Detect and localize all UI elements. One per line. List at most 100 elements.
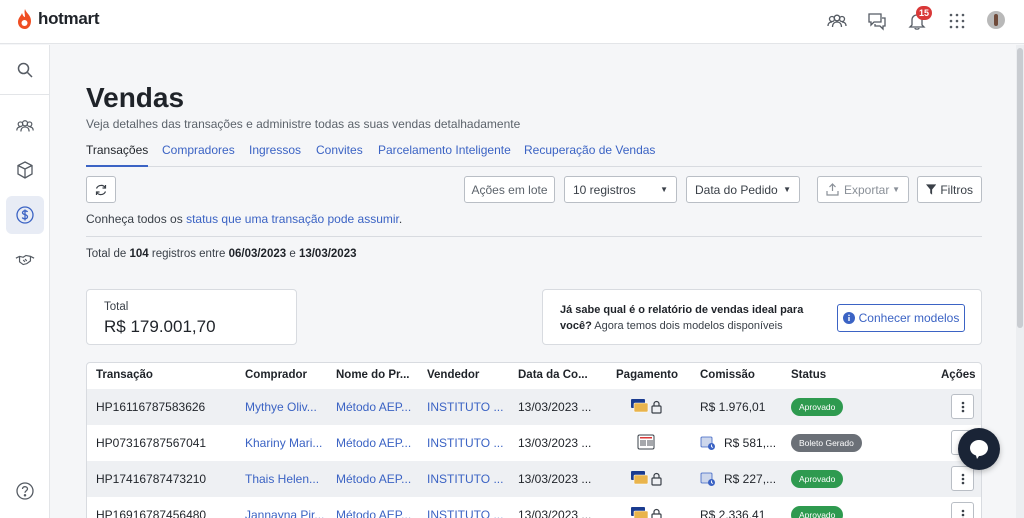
page-title: Vendas <box>86 82 185 113</box>
transaction-code: HP17416787473210 <box>96 472 207 486</box>
export-button[interactable]: Exportar ▼ <box>817 176 909 203</box>
row-actions-button[interactable] <box>951 394 974 419</box>
buyer-link[interactable]: Thais Helen... <box>245 472 319 486</box>
tab-transactions[interactable]: Transações <box>86 143 149 167</box>
buyer-link[interactable]: Jannayna Pir... <box>245 508 324 518</box>
total-value: R$ 179.001,70 <box>104 317 216 336</box>
bulk-actions-button[interactable]: Ações em lote <box>464 176 555 203</box>
col-status[interactable]: Status <box>791 369 826 381</box>
scrollbar-thumb[interactable] <box>1017 48 1023 328</box>
table-row[interactable]: HP17416787473210 Thais Helen... Método A… <box>87 461 981 497</box>
buyer-link[interactable]: Khariny Mari... <box>245 436 322 450</box>
users-icon[interactable] <box>826 10 848 32</box>
summary-text: Total de <box>86 248 130 260</box>
page-subtitle: Veja detalhes das transações e administr… <box>86 117 521 131</box>
more-vertical-icon <box>961 473 964 484</box>
tab-sales-recovery[interactable]: Recuperação de Vendas <box>524 143 655 165</box>
filters-label: Filtros <box>940 182 973 197</box>
purchase-date: 13/03/2023 ... <box>518 400 592 414</box>
boleto-icon <box>637 434 655 450</box>
status-badge: Aprovado <box>791 470 844 488</box>
records-select-value: 10 registros <box>573 182 636 197</box>
export-icon <box>826 183 839 196</box>
pending-payment-icon <box>700 472 715 486</box>
sidebar-item-sales[interactable] <box>6 196 44 234</box>
brand-name: hotmart <box>38 9 100 28</box>
chat-support-button[interactable] <box>958 428 1000 470</box>
search-icon <box>17 62 33 78</box>
tab-invites[interactable]: Convites <box>316 143 363 165</box>
row-actions-button[interactable] <box>951 466 974 491</box>
sidebar-help[interactable] <box>6 472 44 510</box>
sidebar-divider <box>0 94 50 95</box>
refresh-button[interactable] <box>86 176 116 203</box>
product-link[interactable]: Método AEP... <box>336 400 411 414</box>
transactions-table: Transação Comprador Nome do Pr... Vended… <box>86 362 982 518</box>
date-filter-select[interactable]: Data do Pedido ▼ <box>686 176 800 203</box>
col-transaction[interactable]: Transação <box>96 369 153 381</box>
visa-card-icon <box>631 471 662 486</box>
status-badge: Boleto Gerado <box>791 434 862 452</box>
notification-badge: 15 <box>916 6 933 20</box>
user-avatar[interactable] <box>987 11 1005 29</box>
col-commission[interactable]: Comissão <box>700 369 755 381</box>
seller-link[interactable]: INSTITUTO ... <box>427 508 503 518</box>
status-info-link[interactable]: status que uma transação pode assumir <box>186 212 399 226</box>
buyer-link[interactable]: Mythye Oliv... <box>245 400 317 414</box>
summary-text: registros entre <box>148 248 229 260</box>
more-vertical-icon <box>961 401 964 412</box>
purchase-date: 13/03/2023 ... <box>518 508 592 518</box>
hotmart-logo[interactable]: hotmart <box>16 8 99 30</box>
col-buyer[interactable]: Comprador <box>245 369 307 381</box>
sidebar-item-community[interactable] <box>6 107 44 145</box>
sidebar <box>0 45 50 518</box>
filters-button[interactable]: Filtros <box>917 176 982 203</box>
dollar-circle-icon <box>16 206 34 224</box>
sidebar-item-partnerships[interactable] <box>6 241 44 279</box>
top-bar: hotmart 15 <box>0 0 1024 44</box>
sidebar-item-products[interactable] <box>6 151 44 189</box>
chevron-down-icon: ▼ <box>783 185 791 194</box>
col-actions: Ações <box>941 369 976 381</box>
row-actions-button[interactable] <box>951 502 974 518</box>
report-models-card: Já sabe qual é o relatório de vendas ide… <box>542 289 982 345</box>
seller-link[interactable]: INSTITUTO ... <box>427 400 503 414</box>
product-link[interactable]: Método AEP... <box>336 436 411 450</box>
chevron-down-icon: ▼ <box>660 185 668 194</box>
refresh-icon <box>95 184 107 195</box>
product-link[interactable]: Método AEP... <box>336 508 411 518</box>
seller-link[interactable]: INSTITUTO ... <box>427 472 503 486</box>
pending-payment-icon <box>700 436 715 450</box>
see-models-label: Conhecer modelos <box>858 311 960 325</box>
users-icon <box>16 120 34 132</box>
table-row[interactable]: HP16116787583626 Mythye Oliv... Método A… <box>87 389 981 425</box>
filter-icon <box>926 184 937 195</box>
see-models-button[interactable]: Conhecer modelos <box>837 304 965 332</box>
status-info-end: . <box>398 212 403 226</box>
total-card: Total R$ 179.001,70 <box>86 289 297 345</box>
col-payment[interactable]: Pagamento <box>616 369 678 381</box>
summary-end-date: 13/03/2023 <box>298 248 357 260</box>
records-per-page-select[interactable]: 10 registros ▼ <box>564 176 677 203</box>
visa-card-icon <box>631 399 662 414</box>
apps-grid-icon[interactable] <box>946 10 968 32</box>
chat-icon[interactable] <box>866 10 888 32</box>
info-icon <box>842 312 855 324</box>
sidebar-search[interactable] <box>6 51 44 89</box>
summary-start-date: 06/03/2023 <box>228 248 287 260</box>
tab-smart-installments[interactable]: Parcelamento Inteligente <box>378 143 511 165</box>
product-link[interactable]: Método AEP... <box>336 472 411 486</box>
chevron-down-icon: ▼ <box>892 185 900 194</box>
col-seller[interactable]: Vendedor <box>427 369 479 381</box>
status-badge: Aprovado <box>791 398 844 416</box>
table-row[interactable]: HP16916787456480 Jannayna Pir... Método … <box>87 497 981 518</box>
summary-text: e <box>286 248 299 260</box>
records-summary: Total de 104 registros entre 06/03/2023 … <box>86 248 357 260</box>
commission-value: R$ 581,... <box>724 436 777 450</box>
tab-buyers[interactable]: Compradores <box>162 143 235 165</box>
col-product-name[interactable]: Nome do Pr... <box>336 369 410 381</box>
tab-tickets[interactable]: Ingressos <box>249 143 301 165</box>
seller-link[interactable]: INSTITUTO ... <box>427 436 503 450</box>
col-purchase-date[interactable]: Data da Co... <box>518 369 588 381</box>
table-row[interactable]: HP07316787567041 Khariny Mari... Método … <box>87 425 981 461</box>
